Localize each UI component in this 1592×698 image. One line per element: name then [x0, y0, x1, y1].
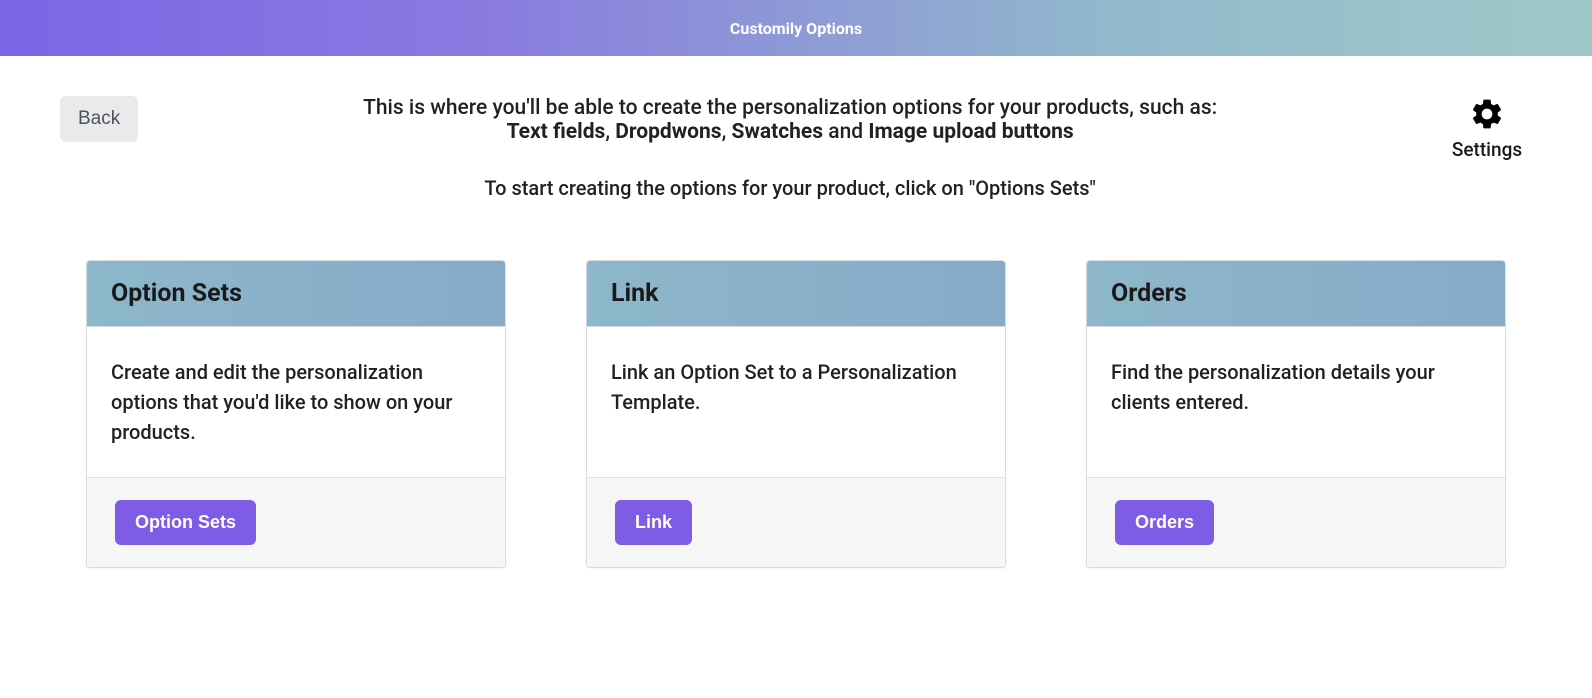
- intro-bold-text-fields: Text fields: [507, 120, 606, 144]
- app-header: Customily Options: [0, 0, 1592, 56]
- card-footer-link: Link: [587, 477, 1005, 567]
- card-body-option-sets: Create and edit the personalization opti…: [87, 327, 505, 477]
- intro-sep1: ,: [605, 120, 615, 144]
- card-footer-orders: Orders: [1087, 477, 1505, 567]
- main-content: Back This is where you'll be able to cre…: [0, 56, 1592, 628]
- card-link: Link Link an Option Set to a Personaliza…: [586, 260, 1006, 568]
- back-button[interactable]: Back: [60, 96, 138, 142]
- card-description-orders: Find the personalization details your cl…: [1111, 357, 1481, 417]
- card-header-orders: Orders: [1087, 261, 1505, 327]
- option-sets-button[interactable]: Option Sets: [115, 500, 256, 545]
- settings-label: Settings: [1452, 138, 1522, 161]
- card-footer-option-sets: Option Sets: [87, 477, 505, 567]
- intro-bold-dropdowns: Dropdwons: [615, 120, 721, 144]
- card-body-orders: Find the personalization details your cl…: [1087, 327, 1505, 477]
- link-button[interactable]: Link: [615, 500, 692, 545]
- card-orders: Orders Find the personalization details …: [1086, 260, 1506, 568]
- intro-sep2: ,: [722, 120, 732, 144]
- app-title: Customily Options: [730, 19, 862, 38]
- card-body-link: Link an Option Set to a Personalization …: [587, 327, 1005, 477]
- card-title-orders: Orders: [1111, 279, 1481, 308]
- card-title-option-sets: Option Sets: [111, 279, 481, 308]
- settings-button[interactable]: Settings: [1442, 96, 1532, 161]
- intro-bold-swatches: Swatches: [732, 120, 824, 144]
- intro-bold-image-upload: Image upload buttons: [868, 120, 1073, 144]
- card-header-option-sets: Option Sets: [87, 261, 505, 327]
- intro-sep3: and: [823, 120, 868, 144]
- orders-button[interactable]: Orders: [1115, 500, 1214, 545]
- card-option-sets: Option Sets Create and edit the personal…: [86, 260, 506, 568]
- intro-prefix: This is where you'll be able to create t…: [363, 96, 1217, 120]
- card-header-link: Link: [587, 261, 1005, 327]
- intro-line-2: To start creating the options for your p…: [178, 176, 1402, 200]
- card-title-link: Link: [611, 279, 981, 308]
- intro-text: This is where you'll be able to create t…: [158, 96, 1422, 200]
- cards-row: Option Sets Create and edit the personal…: [60, 240, 1532, 588]
- card-description-option-sets: Create and edit the personalization opti…: [111, 357, 481, 447]
- gear-icon: [1469, 96, 1505, 132]
- card-description-link: Link an Option Set to a Personalization …: [611, 357, 981, 417]
- intro-line-1: This is where you'll be able to create t…: [178, 96, 1402, 144]
- top-row: Back This is where you'll be able to cre…: [60, 96, 1532, 200]
